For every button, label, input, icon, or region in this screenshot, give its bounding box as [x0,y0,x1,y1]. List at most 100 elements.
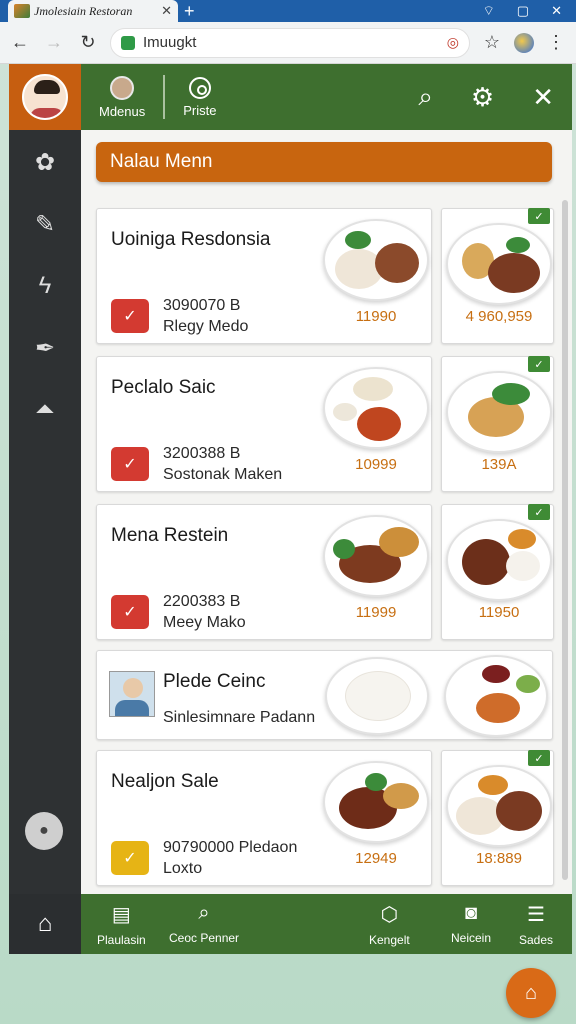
restaurant-app: Mdenus Priste ⌕ ⚙ ✕ ✿ ✎ ϟ ✒ ⏶ ● Nalau Me… [9,64,572,954]
menu-card-side[interactable]: ✓ 139A [441,356,554,492]
food-plate-image [446,371,552,453]
food-plate-image [446,223,552,305]
cart-fab-button[interactable]: ⌂ [506,968,556,1018]
chart-icon[interactable]: ⏶ [30,396,60,424]
card-side-price: 4 960,959 [465,308,533,325]
pen-icon[interactable]: ✒ [30,334,60,362]
check-icon: ✓ [528,356,550,372]
settings-icon[interactable]: ⚙ [471,82,494,113]
forward-icon[interactable]: → [42,32,66,53]
tab-close-icon[interactable]: ✕ [161,3,172,19]
menu-card-side[interactable]: ✓ 4 960,959 [441,208,554,344]
home-icon: ⌂ [37,910,53,937]
main-content: Nalau Menn Uoiniga Resdonsia ✓ 3090070 B… [81,130,572,894]
card-subtitle: Loxto [163,860,203,877]
menu-card-wide[interactable]: Plede Ceinc Sinlesimnare Padann [96,650,553,740]
header-actions: ⌕ ⚙ ✕ [418,81,572,113]
record-icon[interactable]: ◎ [447,34,459,51]
nav-neicein[interactable]: ◙ Neicein [451,902,491,945]
nav-kengelt[interactable]: ⬡ Kengelt [369,902,410,947]
card-price: 11999 [355,604,397,621]
menu-card[interactable]: Peclalo Saic ✓ 3200388 B Sostonak Maken … [96,356,432,492]
card-price: 10999 [355,456,397,473]
card-title: Mena Restein [111,525,229,546]
document-icon: ▤ [111,904,131,926]
new-tab-button[interactable]: + [184,1,195,22]
card-subtitle: Meey Mako [163,614,246,631]
avatar[interactable] [22,74,68,120]
box-icon: ⬡ [380,904,399,926]
menu-card-side[interactable]: ✓ 11950 [441,504,554,640]
card-side-price: 18:889 [476,850,522,867]
menu-card-side[interactable]: ✓ 18:889 [441,750,554,886]
card-title: Peclalo Saic [111,377,216,398]
food-plate-image [323,515,429,597]
card-code: 3200388 B [163,445,241,462]
extension-icon[interactable] [514,32,534,53]
close-icon[interactable]: ✕ [532,82,554,113]
home-button[interactable]: ⌂ [9,894,81,954]
tab-title: Jmolesiain Restoran [34,3,133,18]
menu-card[interactable]: Nealjon Sale ✓ 90790000 Pledaon Loxto 12… [96,750,432,886]
header-divider [163,75,166,119]
tag-icon: ✓ [111,595,149,629]
wifi-icon: ⌔ [482,3,495,18]
header-menus-label: Mdenus [99,103,146,119]
food-plate-image [446,519,552,601]
card-side-price: 139A [481,456,517,473]
rice-plate-image [325,657,429,735]
profile-area[interactable] [9,64,81,130]
browser-menu-icon[interactable]: ⋮ [544,32,568,53]
user-icon [110,75,135,100]
lock-bag-icon: ⌂ [524,981,538,1004]
sidebar-avatar[interactable]: ● [25,812,63,850]
reload-icon[interactable]: ↻ [76,32,100,53]
card-title: Uoiniga Resdonsia [111,229,271,250]
tab-favicon-icon [14,4,30,18]
bookmark-star-icon[interactable]: ☆ [480,32,504,53]
flower-icon[interactable]: ✿ [30,148,60,176]
url-text[interactable]: Imuugkt [143,34,439,51]
scrollbar[interactable] [562,200,568,880]
window-controls: ⌔ ▢ ✕ [483,3,576,19]
check-icon: ✓ [528,750,550,766]
nav-plaulasin[interactable]: ▤ Plaulasin [97,902,146,947]
back-icon[interactable]: ← [8,32,32,53]
location-icon [188,76,211,99]
card-title: Nealjon Sale [111,771,219,792]
nav-ceoc-penner[interactable]: ⌕ Ceoc Penner [169,902,239,945]
card-code: 3090070 B [163,297,241,314]
bolt-icon[interactable]: ϟ [30,272,60,300]
camera-icon: ◙ [464,902,478,924]
nav-label: Plaulasin [97,933,146,947]
edit-icon[interactable]: ✎ [30,210,60,238]
nav-sades[interactable]: ☰ Sades [519,902,553,947]
window-close-button[interactable]: ✕ [551,3,562,19]
card-subtitle: Sinlesimnare Padann [163,709,316,726]
card-code: 2200383 B [163,593,241,610]
tag-icon: ✓ [111,447,149,481]
menu-banner-title: Nalau Menn [110,151,213,172]
secure-lock-icon [121,35,135,50]
header-menus[interactable]: Mdenus [81,75,163,119]
search-icon[interactable]: ⌕ [418,81,433,113]
chef-photo [109,671,155,717]
card-subtitle: Rlegy Medo [163,318,249,335]
address-bar[interactable]: Imuugkt ◎ [110,27,470,58]
side-dishes-image [444,655,548,737]
tag-icon: ✓ [111,299,149,333]
card-price: 11990 [355,308,397,325]
food-plate-image [446,765,552,847]
menu-card[interactable]: Uoiniga Resdonsia ✓ 3090070 B Rlegy Medo… [96,208,432,344]
browser-tab[interactable]: Jmolesiain Restoran ✕ [8,0,178,22]
menu-card[interactable]: Mena Restein ✓ 2200383 B Meey Mako 11999 [96,504,432,640]
maximize-button[interactable]: ▢ [517,3,529,19]
tag-icon: ✓ [111,841,149,875]
card-subtitle: Sostonak Maken [163,466,283,483]
header-priste[interactable]: Priste [165,76,234,118]
app-header: Mdenus Priste ⌕ ⚙ ✕ [9,64,572,130]
sidebar: ✿ ✎ ϟ ✒ ⏶ ● [9,130,81,894]
nav-label: Ceoc Penner [169,931,240,945]
food-plate-image [323,219,429,301]
food-plate-image [323,761,429,843]
